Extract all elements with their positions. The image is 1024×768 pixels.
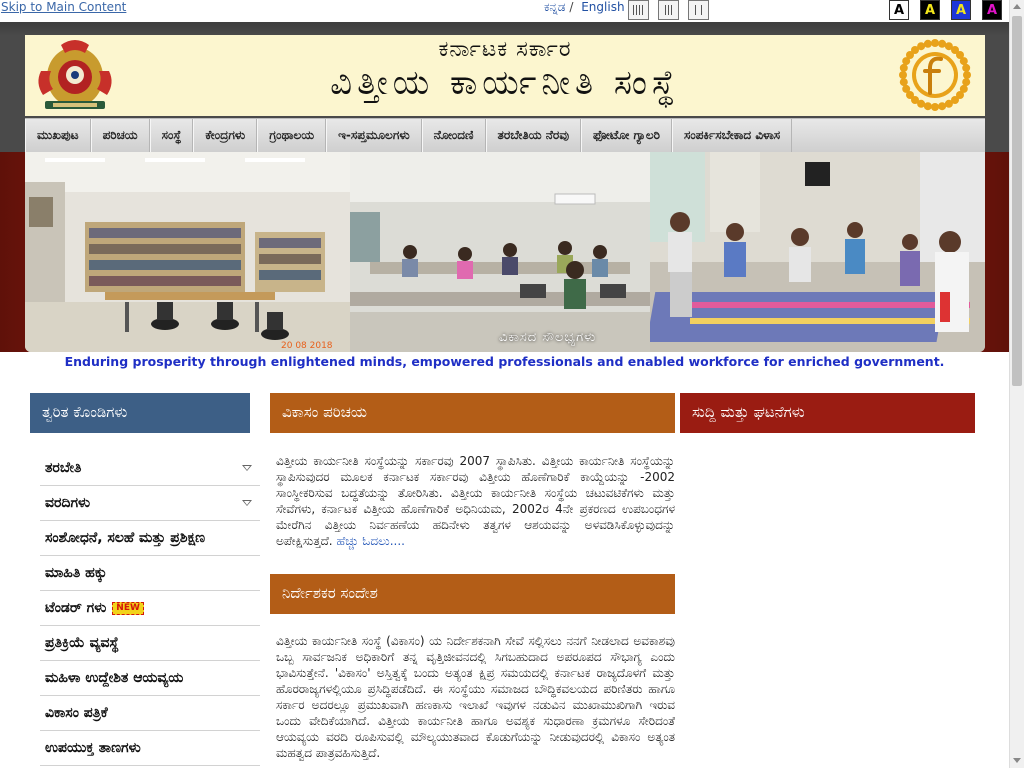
full-width-layout-icon[interactable] [628,0,649,20]
site-banner: ಕರ್ನಾಟಕ ಸರ್ಕಾರ ವಿತ್ತೀಯ ಕಾರ್ಯನೀತಿ ಸಂಸ್ಥೆ [25,35,985,116]
quick-link-item[interactable]: ಮಾಹಿತಿ ಹಕ್ಕು [40,556,260,591]
quick-link-label: ಸಂಶೋಧನೆ, ಸಲಹೆ ಮತ್ತು ಪ್ರಶಿಕ್ಷಣ [45,530,206,546]
quick-link-label: ಮಹಿಳಾ ಉದ್ದೇಶಿತ ಆಯವ್ಯಯ [45,670,184,686]
skip-to-main-content-link[interactable]: Skip to Main Content [1,0,126,14]
quick-link-item[interactable]: ವರದಿಗಳು [40,486,260,521]
vertical-scrollbar[interactable] [1009,0,1024,768]
main-navigation: ಮುಖಪುಟ ಪರಿಚಯ ಸಂಸ್ಥೆ ಕೇಂದ್ರಗಳು ಗ್ರಂಥಾಲಯ ಇ-ಸಪ್ತ… [25,118,985,153]
chevron-down-icon[interactable] [242,465,252,471]
nav-item[interactable]: ಗ್ರಂಥಾಲಯ [257,119,327,153]
top-utility-bar: Skip to Main Content ಕನ್ನಡ / English AAAA [0,0,1009,22]
medium-width-layout-icon[interactable] [658,0,679,20]
page: Skip to Main Content ಕನ್ನಡ / English AAAA [0,0,1009,768]
hero-photo-date: 20 08 2018 [281,341,333,351]
quick-link-label: ಮಾಹಿತಿ ಹಕ್ಕು [45,565,107,581]
nav-item[interactable]: ಕೇಂದ್ರಗಳು [193,119,258,153]
quick-link-label: ವರದಿಗಳು [45,495,91,511]
quick-link-label: ಟೆಂಡರ್ ಗಳು [45,600,107,616]
quick-link-label: ವಿಕಾಸಂ ಪತ್ರಿಕೆ [45,705,108,721]
quick-link-item[interactable]: ಉಪಯುಕ್ತ ತಾಣಗಳು [40,731,260,766]
contrast-option-button[interactable]: A [889,0,909,20]
chevron-down-icon[interactable] [242,500,252,506]
news-events-heading: ಸುದ್ದಿ ಮತ್ತು ಘಟನೆಗಳು [680,393,975,433]
quick-links-list: ತರಬೇತಿ ವರದಿಗಳು ಸಂಶೋಧನೆ, ಸಲಹೆ ಮತ್ತು ಪ್ರಶಿಕ್… [40,451,260,766]
intro-paragraph: ವಿತ್ತೀಯ ಕಾರ್ಯನೀತಿ ಸಂಸ್ಥೆಯನ್ನು ಸರ್ಕಾರವು 2… [276,453,675,549]
tagline: Enduring prosperity through enlightened … [64,354,945,369]
contrast-option-button[interactable]: A [982,0,1002,20]
read-more-link[interactable]: ಹೆಚ್ಚು ಓದಲು.... [336,534,404,548]
nav-item[interactable]: ಪರಿಚಯ [90,119,150,153]
hero-yoga-photo [650,152,985,352]
banner-title: ವಿತ್ತೀಯ ಕಾರ್ಯನೀತಿ ಸಂಸ್ಥೆ [330,63,680,103]
lang-english-link[interactable]: English [581,0,624,14]
quick-link-item[interactable]: ಪ್ರತಿಕ್ರಿಯೆ ವ್ಯವಸ್ಥೆ [40,626,260,661]
quick-link-item[interactable]: ತರಬೇತಿ [40,451,260,486]
quick-link-label: ಉಪಯುಕ್ತ ತಾಣಗಳು [45,740,141,756]
scroll-up-arrow-icon[interactable] [1013,4,1021,9]
contrast-option-button[interactable]: A [920,0,940,20]
quick-link-item[interactable]: ಟೆಂಡರ್ ಗಳು NEW [40,591,260,626]
narrow-width-layout-icon[interactable] [688,0,709,20]
nav-item[interactable]: ಫೋಟೋ ಗ್ಯಾಲರಿ [581,119,673,153]
scroll-down-arrow-icon[interactable] [1013,758,1021,763]
quick-link-label: ಪ್ರತಿಕ್ರಿಯೆ ವ್ಯವಸ್ಥೆ [45,635,119,651]
lang-kannada-link[interactable]: ಕನ್ನಡ [544,0,565,14]
nav-item[interactable]: ಮುಖಪುಟ [25,119,91,153]
director-message-text: ವಿತ್ತೀಯ ಕಾರ್ಯನೀತಿ ಸಂಸ್ಥೆ (ವಿಕಾಸಂ) ಯ ನಿರ್… [276,634,675,760]
hero-caption: ವಿಕಾಸದ ಸೌಲಭ್ಯಗಳು [499,330,597,345]
nav-item[interactable]: ಸಂಸ್ಥೆ [149,119,194,153]
nav-item[interactable]: ಇ-ಸಪ್ತಮೂಲಗಳು [326,119,422,153]
quick-link-item[interactable]: ಮಹಿಳಾ ಉದ್ದೇಶಿತ ಆಯವ್ಯಯ [40,661,260,696]
hero-library-photo [25,152,350,352]
director-message-heading: ನಿರ್ದೇಶಕರ ಸಂದೇಶ [270,574,675,614]
contrast-option-button[interactable]: A [951,0,971,20]
quick-link-item[interactable]: ವಿಕಾಸಂ ಪತ್ರಿಕೆ [40,696,260,731]
quick-link-item[interactable]: ಸಂಶೋಧನೆ, ಸಲಹೆ ಮತ್ತು ಪ್ರಶಿಕ್ಷಣ [40,521,260,556]
scrollbar-thumb[interactable] [1012,16,1022,386]
nav-item[interactable]: ಸಂಪರ್ಕಿಸಬೇಕಾದ ವಿಳಾಸ [672,119,793,153]
lang-separator: / [569,0,574,14]
hero-classroom-photo [350,152,650,352]
new-badge: NEW [112,602,144,615]
hero-slideshow[interactable]: 20 08 2018 ವಿಕಾಸದ ಸೌಲಭ್ಯಗಳು [25,152,985,352]
quick-links-heading: ತ್ವರಿತ ಕೊಂಡಿಗಳು [30,393,250,433]
language-switcher: ಕನ್ನಡ / English [544,0,629,15]
intro-heading: ವಿಕಾಸಂ ಪರಿಚಯ [270,393,675,433]
nav-item[interactable]: ನೋಂದಣಿ [421,119,486,153]
banner-subtitle: ಕರ್ನಾಟಕ ಸರ್ಕಾರ [438,37,572,62]
nav-item[interactable]: ತರಬೇತಿಯ ನೆರವು [485,119,582,153]
institute-f-logo-icon [899,39,971,111]
quick-link-label: ತರಬೇತಿ [45,460,82,476]
